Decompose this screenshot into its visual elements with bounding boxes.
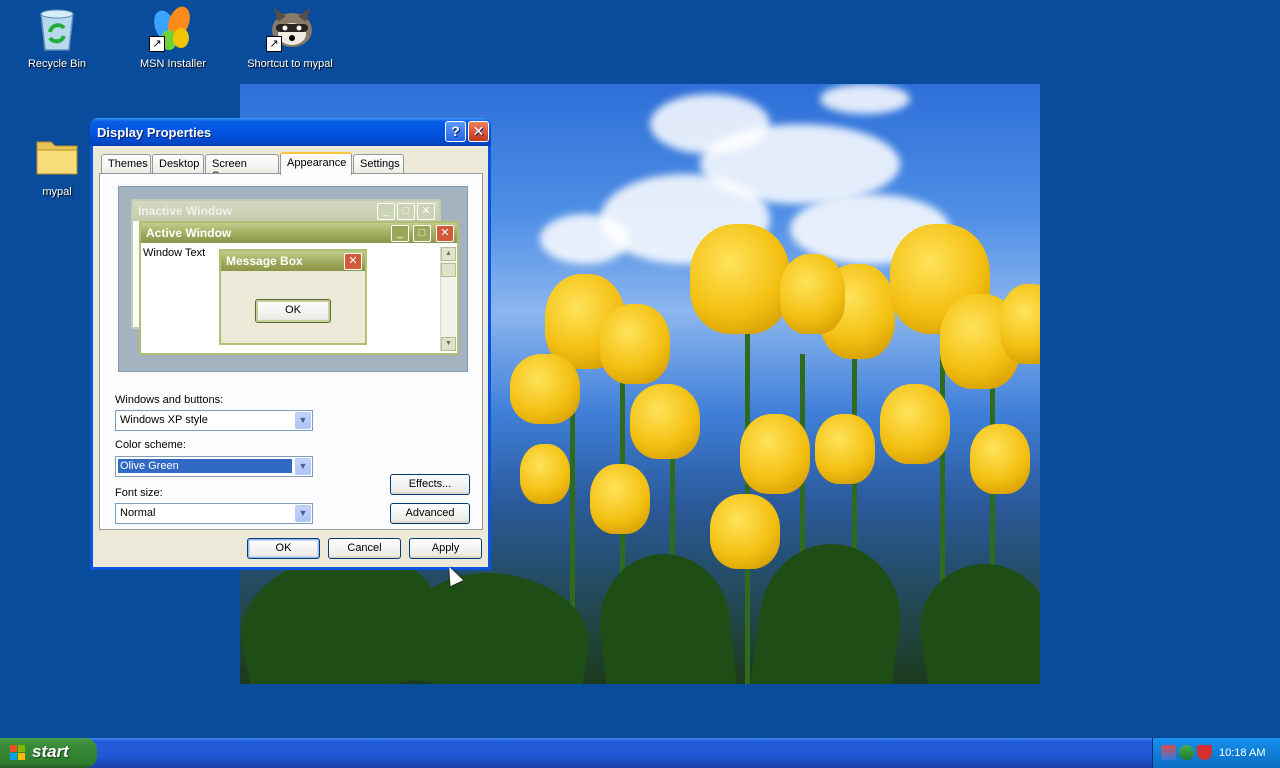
start-label: start [32, 742, 69, 761]
tab-desktop[interactable]: Desktop [152, 154, 204, 174]
chevron-down-icon[interactable]: ▼ [295, 505, 311, 522]
window-title: Display Properties [97, 125, 212, 140]
close-icon: ✕ [417, 203, 435, 220]
font-size-label: Font size: [115, 487, 163, 499]
tab-themes[interactable]: Themes [101, 154, 151, 174]
desktop-icon-label: Recycle Bin [27, 58, 87, 70]
cancel-button[interactable]: Cancel [328, 538, 401, 559]
font-size-select[interactable]: Normal ▼ [115, 503, 313, 524]
preview-active-title: Active Window [141, 223, 457, 243]
scroll-thumb [441, 263, 456, 277]
tab-appearance[interactable]: Appearance [280, 152, 352, 175]
minimize-icon: _ [377, 203, 395, 220]
tab-screen-saver[interactable]: Screen Saver [205, 154, 279, 182]
effects-button[interactable]: Effects... [390, 474, 470, 495]
minimize-icon: _ [391, 225, 409, 242]
close-icon[interactable]: ✕ [468, 121, 489, 142]
windows-buttons-select[interactable]: Windows XP style ▼ [115, 410, 313, 431]
window-titlebar[interactable]: Display Properties ? ✕ [90, 118, 491, 146]
preview-window-text: Window Text [143, 247, 206, 259]
desktop-icon-msn-installer[interactable]: ↗ MSN Installer [118, 4, 228, 70]
help-icon[interactable]: ? [445, 121, 466, 142]
network-icon[interactable] [1161, 745, 1176, 760]
color-scheme-value: Olive Green [118, 459, 292, 473]
windows-flag-icon [10, 745, 26, 761]
color-scheme-label: Color scheme: [115, 439, 186, 451]
appearance-preview: Inactive Window _ □ ✕ Active Window _ □ … [118, 186, 468, 372]
update-icon[interactable] [1179, 745, 1194, 760]
recycle-bin-icon [33, 4, 81, 52]
color-scheme-select[interactable]: Olive Green ▼ [115, 456, 313, 477]
desktop-icon-label: mypal [42, 186, 72, 198]
font-size-value: Normal [120, 507, 156, 519]
close-icon: ✕ [344, 253, 362, 270]
apply-button[interactable]: Apply [409, 538, 482, 559]
desktop-icon-recycle-bin[interactable]: Recycle Bin [2, 4, 112, 70]
windows-buttons-value: Windows XP style [120, 414, 208, 426]
appearance-panel: Inactive Window _ □ ✕ Active Window _ □ … [99, 173, 483, 530]
shortcut-arrow-icon: ↗ [266, 36, 282, 52]
scroll-down-icon: ▼ [441, 337, 456, 351]
maximize-icon: □ [397, 203, 415, 220]
preview-message-box: Message Box ✕ OK [219, 249, 367, 345]
desktop-icon-label: Shortcut to mypal [247, 58, 333, 70]
taskbar: start 10:18 AM [0, 738, 1280, 768]
display-properties-window: Display Properties ? ✕ Themes Desktop Sc… [90, 118, 491, 570]
windows-buttons-label: Windows and buttons: [115, 394, 224, 406]
preview-scrollbar: ▲ ▼ [440, 247, 456, 351]
desktop-icon-label: MSN Installer [139, 58, 207, 70]
msn-butterfly-icon: ↗ [149, 4, 197, 52]
advanced-button[interactable]: Advanced [390, 503, 470, 524]
ok-button[interactable]: OK [247, 538, 320, 559]
shortcut-arrow-icon: ↗ [149, 36, 165, 52]
scroll-up-icon: ▲ [441, 247, 456, 261]
mypal-raccoon-icon: ↗ [266, 4, 314, 52]
folder-icon [33, 132, 81, 180]
clock[interactable]: 10:18 AM [1219, 747, 1265, 759]
close-icon: ✕ [436, 225, 454, 242]
chevron-down-icon[interactable]: ▼ [295, 412, 311, 429]
maximize-icon: □ [413, 225, 431, 242]
chevron-down-icon[interactable]: ▼ [295, 458, 311, 475]
security-shield-icon[interactable] [1197, 745, 1212, 760]
system-tray: 10:18 AM [1152, 738, 1280, 768]
start-button[interactable]: start [0, 738, 97, 768]
desktop-icon-shortcut-mypal[interactable]: ↗ Shortcut to mypal [235, 4, 345, 70]
preview-ok-button: OK [255, 299, 331, 323]
tab-settings[interactable]: Settings [353, 154, 404, 174]
